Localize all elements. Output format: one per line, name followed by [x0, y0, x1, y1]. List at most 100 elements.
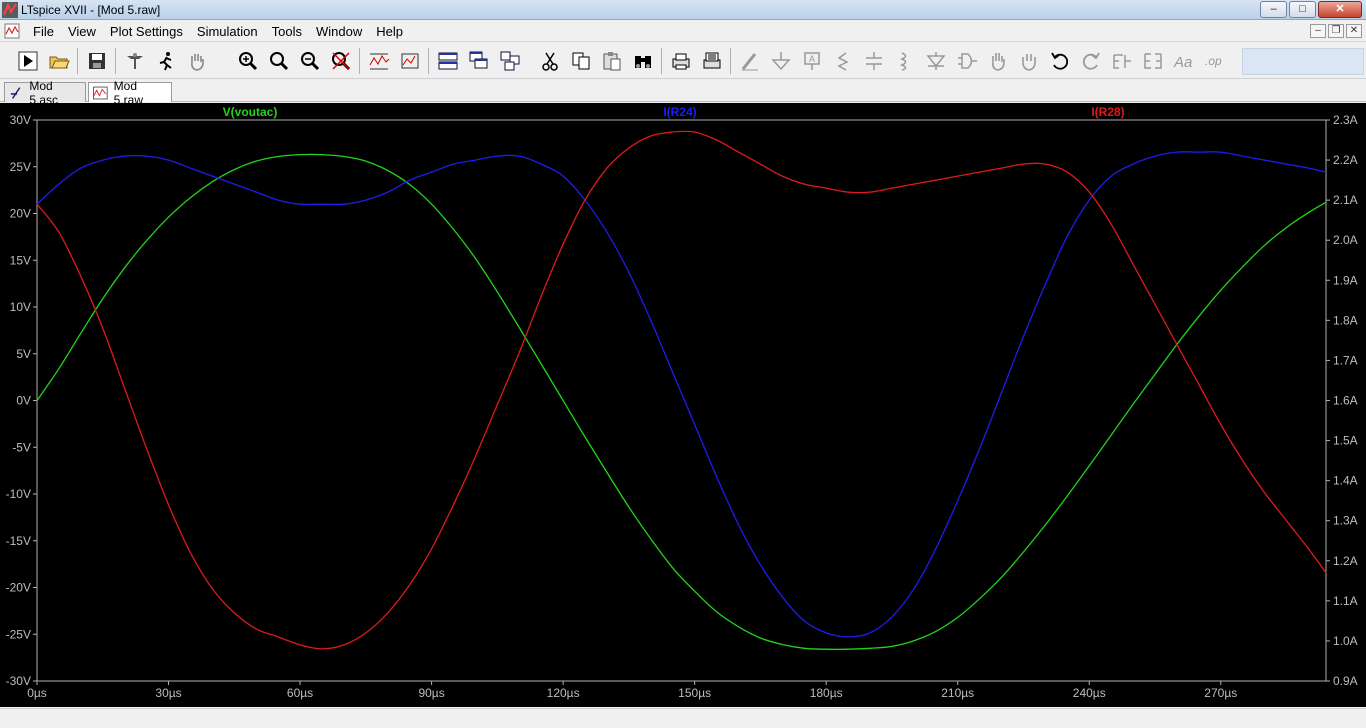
- print-setup-icon[interactable]: [696, 46, 727, 76]
- menu-bar: File View Plot Settings Simulation Tools…: [0, 21, 1366, 42]
- svg-text:Aa: Aa: [1173, 54, 1192, 71]
- window-minimize-button[interactable]: –: [1260, 1, 1287, 18]
- mdi-restore-button[interactable]: ❐: [1328, 24, 1344, 38]
- tile-windows-icon[interactable]: [494, 46, 525, 76]
- toolbar: A Aa .op: [0, 43, 1366, 79]
- resistor-icon[interactable]: [827, 46, 858, 76]
- legend-trace-label[interactable]: V(voutac): [223, 105, 278, 119]
- menu-simulation[interactable]: Simulation: [190, 24, 265, 40]
- y-left-tick-label: -15V: [6, 534, 31, 548]
- y-right-tick-label: 1.5A: [1333, 434, 1358, 448]
- y-right-tick-label: 2.1A: [1333, 193, 1358, 207]
- redo-icon[interactable]: [1075, 46, 1106, 76]
- control-panel-icon[interactable]: [119, 46, 150, 76]
- title-bar: LTspice XVII - [Mod 5.raw] – □ ✕: [0, 0, 1366, 20]
- y-right-tick-label: 1.6A: [1333, 394, 1358, 408]
- open-icon[interactable]: [43, 46, 74, 76]
- y-right-tick-label: 2.3A: [1333, 113, 1358, 127]
- paste-icon[interactable]: [596, 46, 627, 76]
- legend-trace-label[interactable]: I(R24): [663, 105, 696, 119]
- menu-plot-settings[interactable]: Plot Settings: [103, 24, 190, 40]
- y-left-tick-label: 10V: [10, 300, 31, 314]
- y-left-tick-label: -25V: [6, 627, 31, 641]
- y-left-tick-label: 25V: [10, 160, 31, 174]
- mirror-icon[interactable]: [1137, 46, 1168, 76]
- print-icon[interactable]: [665, 46, 696, 76]
- menu-view[interactable]: View: [61, 24, 103, 40]
- svg-text:.op: .op: [1205, 54, 1222, 68]
- y-right-tick-label: 1.2A: [1333, 554, 1358, 568]
- drag-icon[interactable]: [1013, 46, 1044, 76]
- mdi-minimize-button[interactable]: –: [1310, 24, 1326, 38]
- x-tick-label: 0µs: [27, 686, 47, 700]
- x-tick-label: 210µs: [941, 686, 974, 700]
- diode-icon[interactable]: [920, 46, 951, 76]
- trace-i-r28[interactable]: [36, 130, 1327, 650]
- trace-i-r24[interactable]: [36, 151, 1327, 638]
- ground-icon[interactable]: [765, 46, 796, 76]
- y-right-tick-label: 1.9A: [1333, 273, 1358, 287]
- y-left-tick-label: 5V: [16, 347, 31, 361]
- label-net-icon[interactable]: A: [796, 46, 827, 76]
- zoom-out-icon[interactable]: [294, 46, 325, 76]
- y-right-tick-label: 2.0A: [1333, 233, 1358, 247]
- waveform-viewer[interactable]: 0µs 30µs 60µs 90µs 120µs 150µs 180µs 210µs 240µs…: [0, 103, 1366, 707]
- x-tick-label: 180µs: [810, 686, 843, 700]
- y-left-tick-label: -20V: [6, 581, 31, 595]
- manual-range-icon[interactable]: [394, 46, 425, 76]
- ltspice-app-icon[interactable]: [2, 2, 18, 18]
- tab-waveform[interactable]: Mod 5.raw: [88, 79, 172, 107]
- trace-v-voutac[interactable]: [36, 153, 1327, 650]
- y-right-tick-label: 1.1A: [1333, 594, 1358, 608]
- rotate-icon[interactable]: [1106, 46, 1137, 76]
- y-right-tick-label: 1.3A: [1333, 514, 1358, 528]
- autorange-icon[interactable]: [363, 46, 394, 76]
- capacitor-icon[interactable]: [858, 46, 889, 76]
- y-left-tick-label: 30V: [10, 113, 31, 127]
- cut-icon[interactable]: [534, 46, 565, 76]
- cascade-icon[interactable]: [463, 46, 494, 76]
- x-tick-label: 270µs: [1204, 686, 1237, 700]
- svg-text:A: A: [809, 54, 815, 64]
- zoom-area-icon[interactable]: [263, 46, 294, 76]
- y-right-tick-label: 1.0A: [1333, 634, 1358, 648]
- schematic-icon: [10, 86, 21, 99]
- component-icon[interactable]: [951, 46, 982, 76]
- find-icon[interactable]: [627, 46, 658, 76]
- window-close-button[interactable]: ✕: [1318, 1, 1362, 18]
- window-maximize-button[interactable]: □: [1289, 1, 1316, 18]
- pan-icon[interactable]: [181, 46, 212, 76]
- menu-file[interactable]: File: [26, 24, 61, 40]
- waveform-icon: [93, 86, 108, 99]
- menu-window[interactable]: Window: [309, 24, 369, 40]
- save-icon[interactable]: [81, 46, 112, 76]
- zoom-cancel-icon[interactable]: [325, 46, 356, 76]
- run-icon[interactable]: [12, 46, 43, 76]
- spice-directive-icon[interactable]: .op: [1199, 46, 1230, 76]
- copy-icon[interactable]: [565, 46, 596, 76]
- mdi-close-button[interactable]: ✕: [1346, 24, 1362, 38]
- tab-schematic[interactable]: Mod 5.asc: [4, 79, 86, 107]
- y-right-tick-label: 0.9A: [1333, 674, 1358, 688]
- inductor-icon[interactable]: [889, 46, 920, 76]
- text-icon[interactable]: Aa: [1168, 46, 1199, 76]
- wire-icon[interactable]: [734, 46, 765, 76]
- window-title: LTspice XVII - [Mod 5.raw]: [21, 3, 161, 17]
- y-left-tick-label: 15V: [10, 253, 31, 267]
- document-icon[interactable]: [4, 23, 20, 39]
- move-icon[interactable]: [982, 46, 1013, 76]
- toolbar-filler: [1242, 48, 1364, 75]
- waveform-plot[interactable]: 0µs 30µs 60µs 90µs 120µs 150µs 180µs 210µs 240µs…: [0, 103, 1366, 707]
- tab-bar: Mod 5.asc Mod 5.raw: [0, 79, 1366, 107]
- status-bar: [0, 708, 1366, 728]
- zoom-in-icon[interactable]: [232, 46, 263, 76]
- y-left-tick-label: 0V: [16, 394, 31, 408]
- menu-tools[interactable]: Tools: [265, 24, 309, 40]
- y-right-tick-label: 1.7A: [1333, 353, 1358, 367]
- y-right-tick-label: 1.4A: [1333, 474, 1358, 488]
- halt-icon[interactable]: [150, 46, 181, 76]
- legend-trace-label[interactable]: I(R28): [1091, 105, 1124, 119]
- menu-help[interactable]: Help: [369, 24, 410, 40]
- undo-icon[interactable]: [1044, 46, 1075, 76]
- tile-horizontal-icon[interactable]: [432, 46, 463, 76]
